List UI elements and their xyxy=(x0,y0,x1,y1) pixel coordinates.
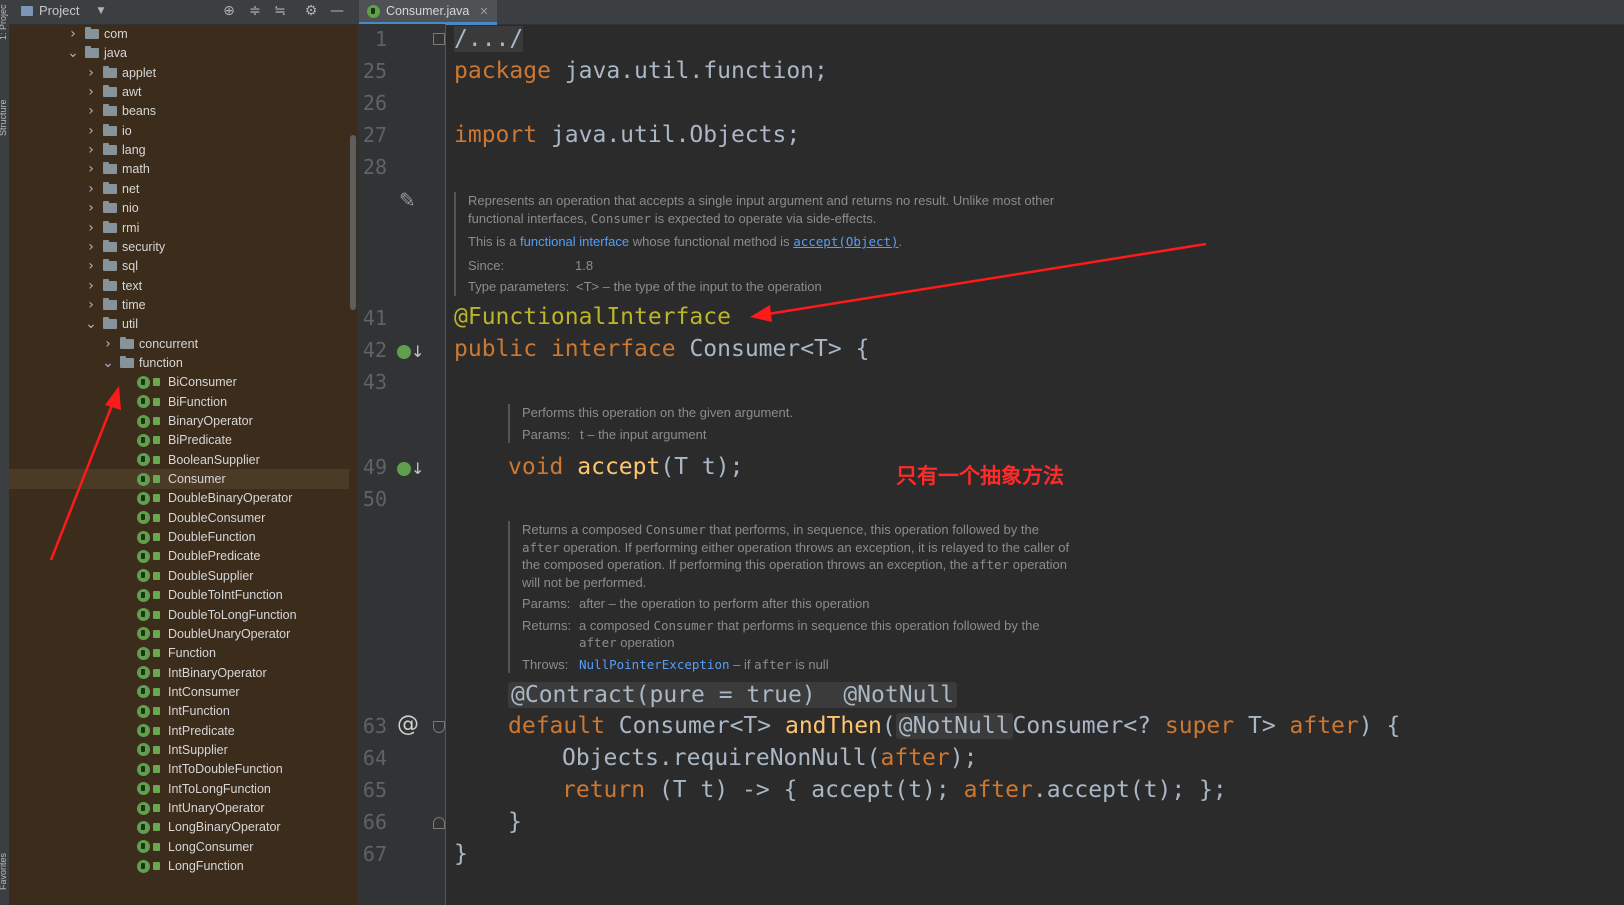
line-number: 42 xyxy=(362,338,387,362)
tab-consumer-java[interactable]: Consumer.java ✕ xyxy=(359,0,497,25)
fold-expand-icon[interactable] xyxy=(433,33,445,45)
editor-gutter: 1 25 26 27 28 41 42 43 49 50 63 64 65 66… xyxy=(357,24,446,905)
pencil-icon[interactable]: ✎ xyxy=(399,188,416,212)
code-editor[interactable]: /.../ package java.util.function; import… xyxy=(446,24,1624,905)
line-number: 65 xyxy=(362,778,387,802)
red-arrow-tree xyxy=(49,386,121,561)
line-number: 1 xyxy=(374,27,387,51)
line-number: 41 xyxy=(362,306,387,330)
line-number: 25 xyxy=(362,59,387,83)
line-number: 49 xyxy=(362,455,387,479)
implemented-icon[interactable]: ↓ xyxy=(397,341,424,361)
fold-end-icon[interactable] xyxy=(433,817,445,829)
tab-label: Consumer.java xyxy=(386,4,470,18)
editor-tab-bar: Consumer.java ✕ xyxy=(357,0,1624,25)
line-number: 64 xyxy=(362,746,387,770)
implemented-icon[interactable]: ↓ xyxy=(397,458,424,478)
close-icon[interactable]: ✕ xyxy=(479,5,488,18)
line-number: 67 xyxy=(362,842,387,866)
line-number: 63 xyxy=(362,714,387,738)
red-arrow-editor xyxy=(750,242,1207,322)
override-at-icon[interactable]: @ xyxy=(397,712,419,737)
line-number: 28 xyxy=(362,155,387,179)
interface-icon xyxy=(367,4,380,18)
line-number: 50 xyxy=(362,487,387,511)
line-number: 26 xyxy=(362,91,387,115)
line-number: 27 xyxy=(362,123,387,147)
line-number: 66 xyxy=(362,810,387,834)
line-number: 43 xyxy=(362,370,387,394)
fold-collapse-icon[interactable] xyxy=(433,721,445,733)
project-panel: Project ▼ ⊕ ≑ ≒ ⚙ — › com ⌄ java › applet › awt… xyxy=(9,0,365,905)
